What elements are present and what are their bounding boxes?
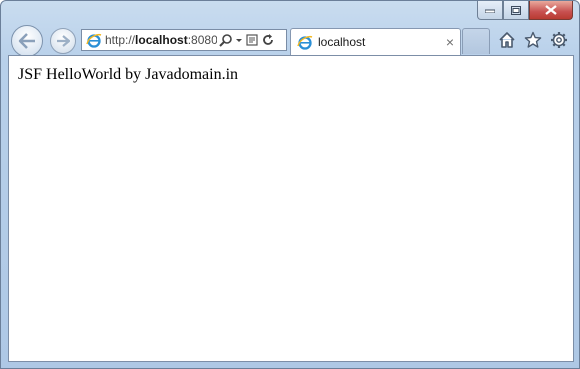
compatibility-icon[interactable] [245,33,259,47]
tab-close-icon[interactable]: × [446,35,454,49]
dropdown-icon[interactable] [235,33,243,47]
maximize-icon [511,5,521,15]
tab-localhost[interactable]: localhost × [290,28,461,55]
favorites-star-icon[interactable] [523,30,543,50]
toolbar-icons [497,30,569,50]
address-bar-icons [219,33,275,47]
minimize-button[interactable] [477,1,503,20]
tab-title: localhost [318,35,366,49]
forward-arrow-icon [57,35,70,47]
search-icon[interactable] [219,33,233,47]
minimize-icon [485,9,495,13]
maximize-button[interactable] [503,1,529,20]
close-icon [545,5,557,15]
refresh-icon[interactable] [261,33,275,47]
new-tab-button[interactable] [462,28,490,54]
ie-logo-icon [297,36,313,50]
url-host: localhost [135,33,188,47]
page-content: JSF HelloWorld by Javadomain.in [8,55,574,362]
url-prefix: http:// [105,33,136,47]
caption-buttons [477,1,573,21]
url-text[interactable]: http://localhost:8080 [105,33,217,47]
url-port: :8080 [187,33,217,47]
page-heading-text: JSF HelloWorld by Javadomain.in [18,66,239,83]
browser-window: http://localhost:8080 localhost × JSF He… [0,0,580,369]
close-button[interactable] [529,1,573,20]
home-icon[interactable] [497,30,517,50]
forward-button[interactable] [50,28,76,54]
settings-gear-icon[interactable] [549,30,569,50]
ie-logo-icon [86,34,102,48]
address-bar[interactable]: http://localhost:8080 [81,29,287,51]
back-button[interactable] [11,25,43,57]
back-arrow-icon [18,33,35,49]
